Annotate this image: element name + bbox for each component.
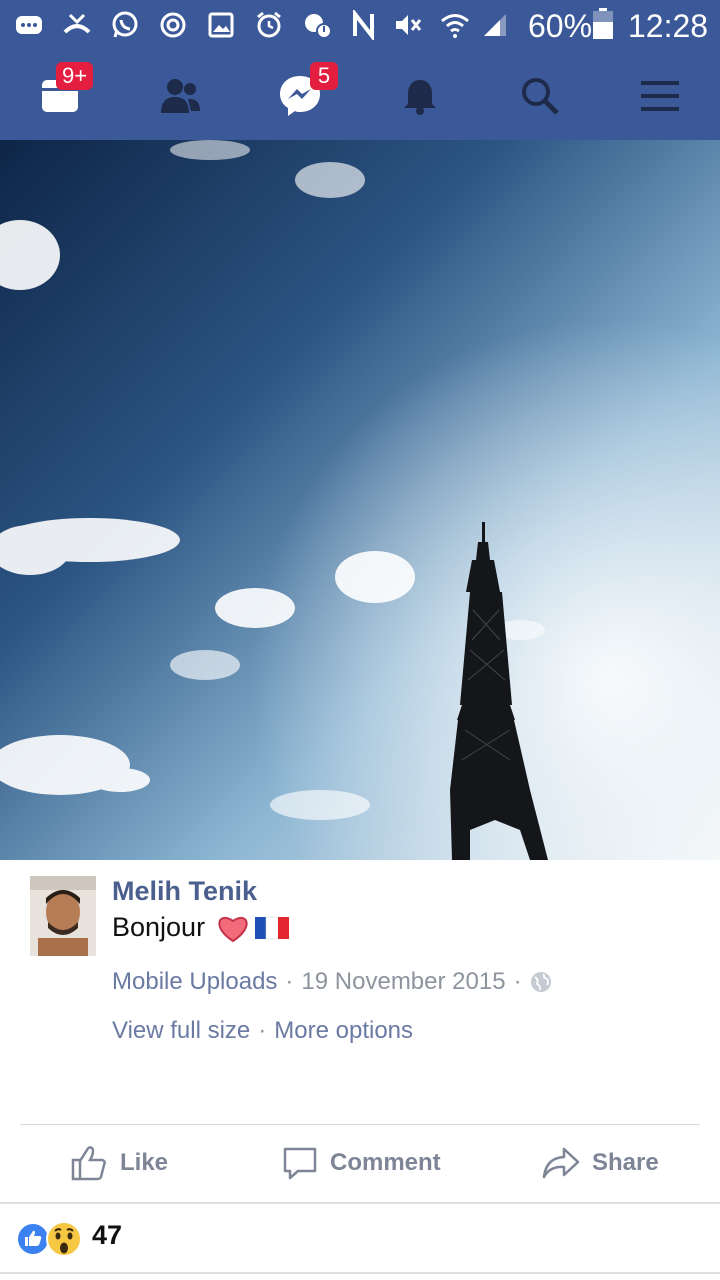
- separator: ·: [513, 968, 522, 995]
- post-actions: Like Comment Share: [0, 1125, 720, 1201]
- whatsapp-icon: [112, 11, 138, 38]
- friend-requests-button[interactable]: [120, 52, 240, 140]
- post-links: View full size · More options: [112, 1017, 413, 1045]
- post-author[interactable]: Melih Tenik: [112, 876, 257, 907]
- wow-reaction-icon: [46, 1221, 82, 1257]
- wifi-icon: [441, 14, 469, 38]
- divider: [0, 1272, 720, 1274]
- separator: ·: [285, 968, 294, 995]
- message-icon: [16, 16, 42, 34]
- missed-call-icon: [63, 13, 91, 34]
- france-flag-icon: [255, 916, 290, 939]
- battery-percentage: 60%: [528, 8, 593, 44]
- post-date[interactable]: 19 November 2015: [301, 968, 505, 996]
- view-full-size-link[interactable]: View full size: [112, 1017, 250, 1044]
- hamburger-icon: [641, 81, 679, 111]
- alarm-icon: [257, 11, 281, 38]
- profile-photo: [30, 876, 96, 956]
- nfc-icon: [353, 10, 374, 40]
- thumbs-up-icon: [71, 1146, 106, 1181]
- search-icon: [522, 78, 559, 115]
- top-navbar: 9+ 5: [0, 52, 720, 140]
- sync-icon: [160, 12, 186, 38]
- like-label: Like: [120, 1149, 169, 1176]
- menu-button[interactable]: [600, 52, 720, 140]
- comment-button[interactable]: Comment: [282, 1125, 441, 1201]
- eiffel-tower-photo: [0, 140, 720, 860]
- reactions-bar[interactable]: 47: [0, 1204, 720, 1270]
- post-photo[interactable]: [0, 140, 720, 860]
- post-meta: Mobile Uploads · 19 November 2015 ·: [112, 968, 552, 996]
- location-alert-icon: [305, 14, 332, 39]
- notifications-button[interactable]: [360, 52, 480, 140]
- search-button[interactable]: [480, 52, 600, 140]
- caption-text: Bonjour: [112, 912, 206, 942]
- comment-icon: [283, 1147, 317, 1180]
- avatar[interactable]: [30, 876, 96, 956]
- messenger-button[interactable]: 5: [240, 52, 360, 140]
- like-button[interactable]: Like: [70, 1125, 168, 1201]
- album-link[interactable]: Mobile Uploads: [112, 968, 277, 996]
- separator: ·: [258, 1017, 267, 1044]
- share-icon: [542, 1147, 580, 1179]
- share-button[interactable]: Share: [542, 1125, 659, 1201]
- like-reaction-icon: [16, 1222, 50, 1256]
- share-label: Share: [592, 1149, 659, 1176]
- friends-icon: [161, 79, 200, 113]
- messages-badge: 5: [310, 62, 338, 90]
- reaction-count: 47: [92, 1220, 123, 1250]
- more-options-link[interactable]: More options: [274, 1017, 413, 1044]
- notifications-badge: 9+: [56, 62, 94, 90]
- heart-icon: [218, 916, 248, 942]
- battery-icon: [593, 8, 613, 39]
- post-details: Melih Tenik Bonjour Mobile Uploads · 19 …: [0, 860, 720, 1125]
- news-feed-button[interactable]: 9+: [0, 52, 120, 140]
- gallery-icon: [208, 12, 234, 38]
- post-caption: Bonjour: [112, 912, 290, 943]
- mute-icon: [396, 15, 422, 35]
- bell-icon: [404, 80, 436, 115]
- clock: 12:28: [628, 8, 709, 44]
- comment-label: Comment: [330, 1149, 441, 1176]
- globe-icon: [530, 972, 551, 992]
- signal-icon: [484, 14, 506, 36]
- status-bar: 60% 12:28: [0, 0, 720, 52]
